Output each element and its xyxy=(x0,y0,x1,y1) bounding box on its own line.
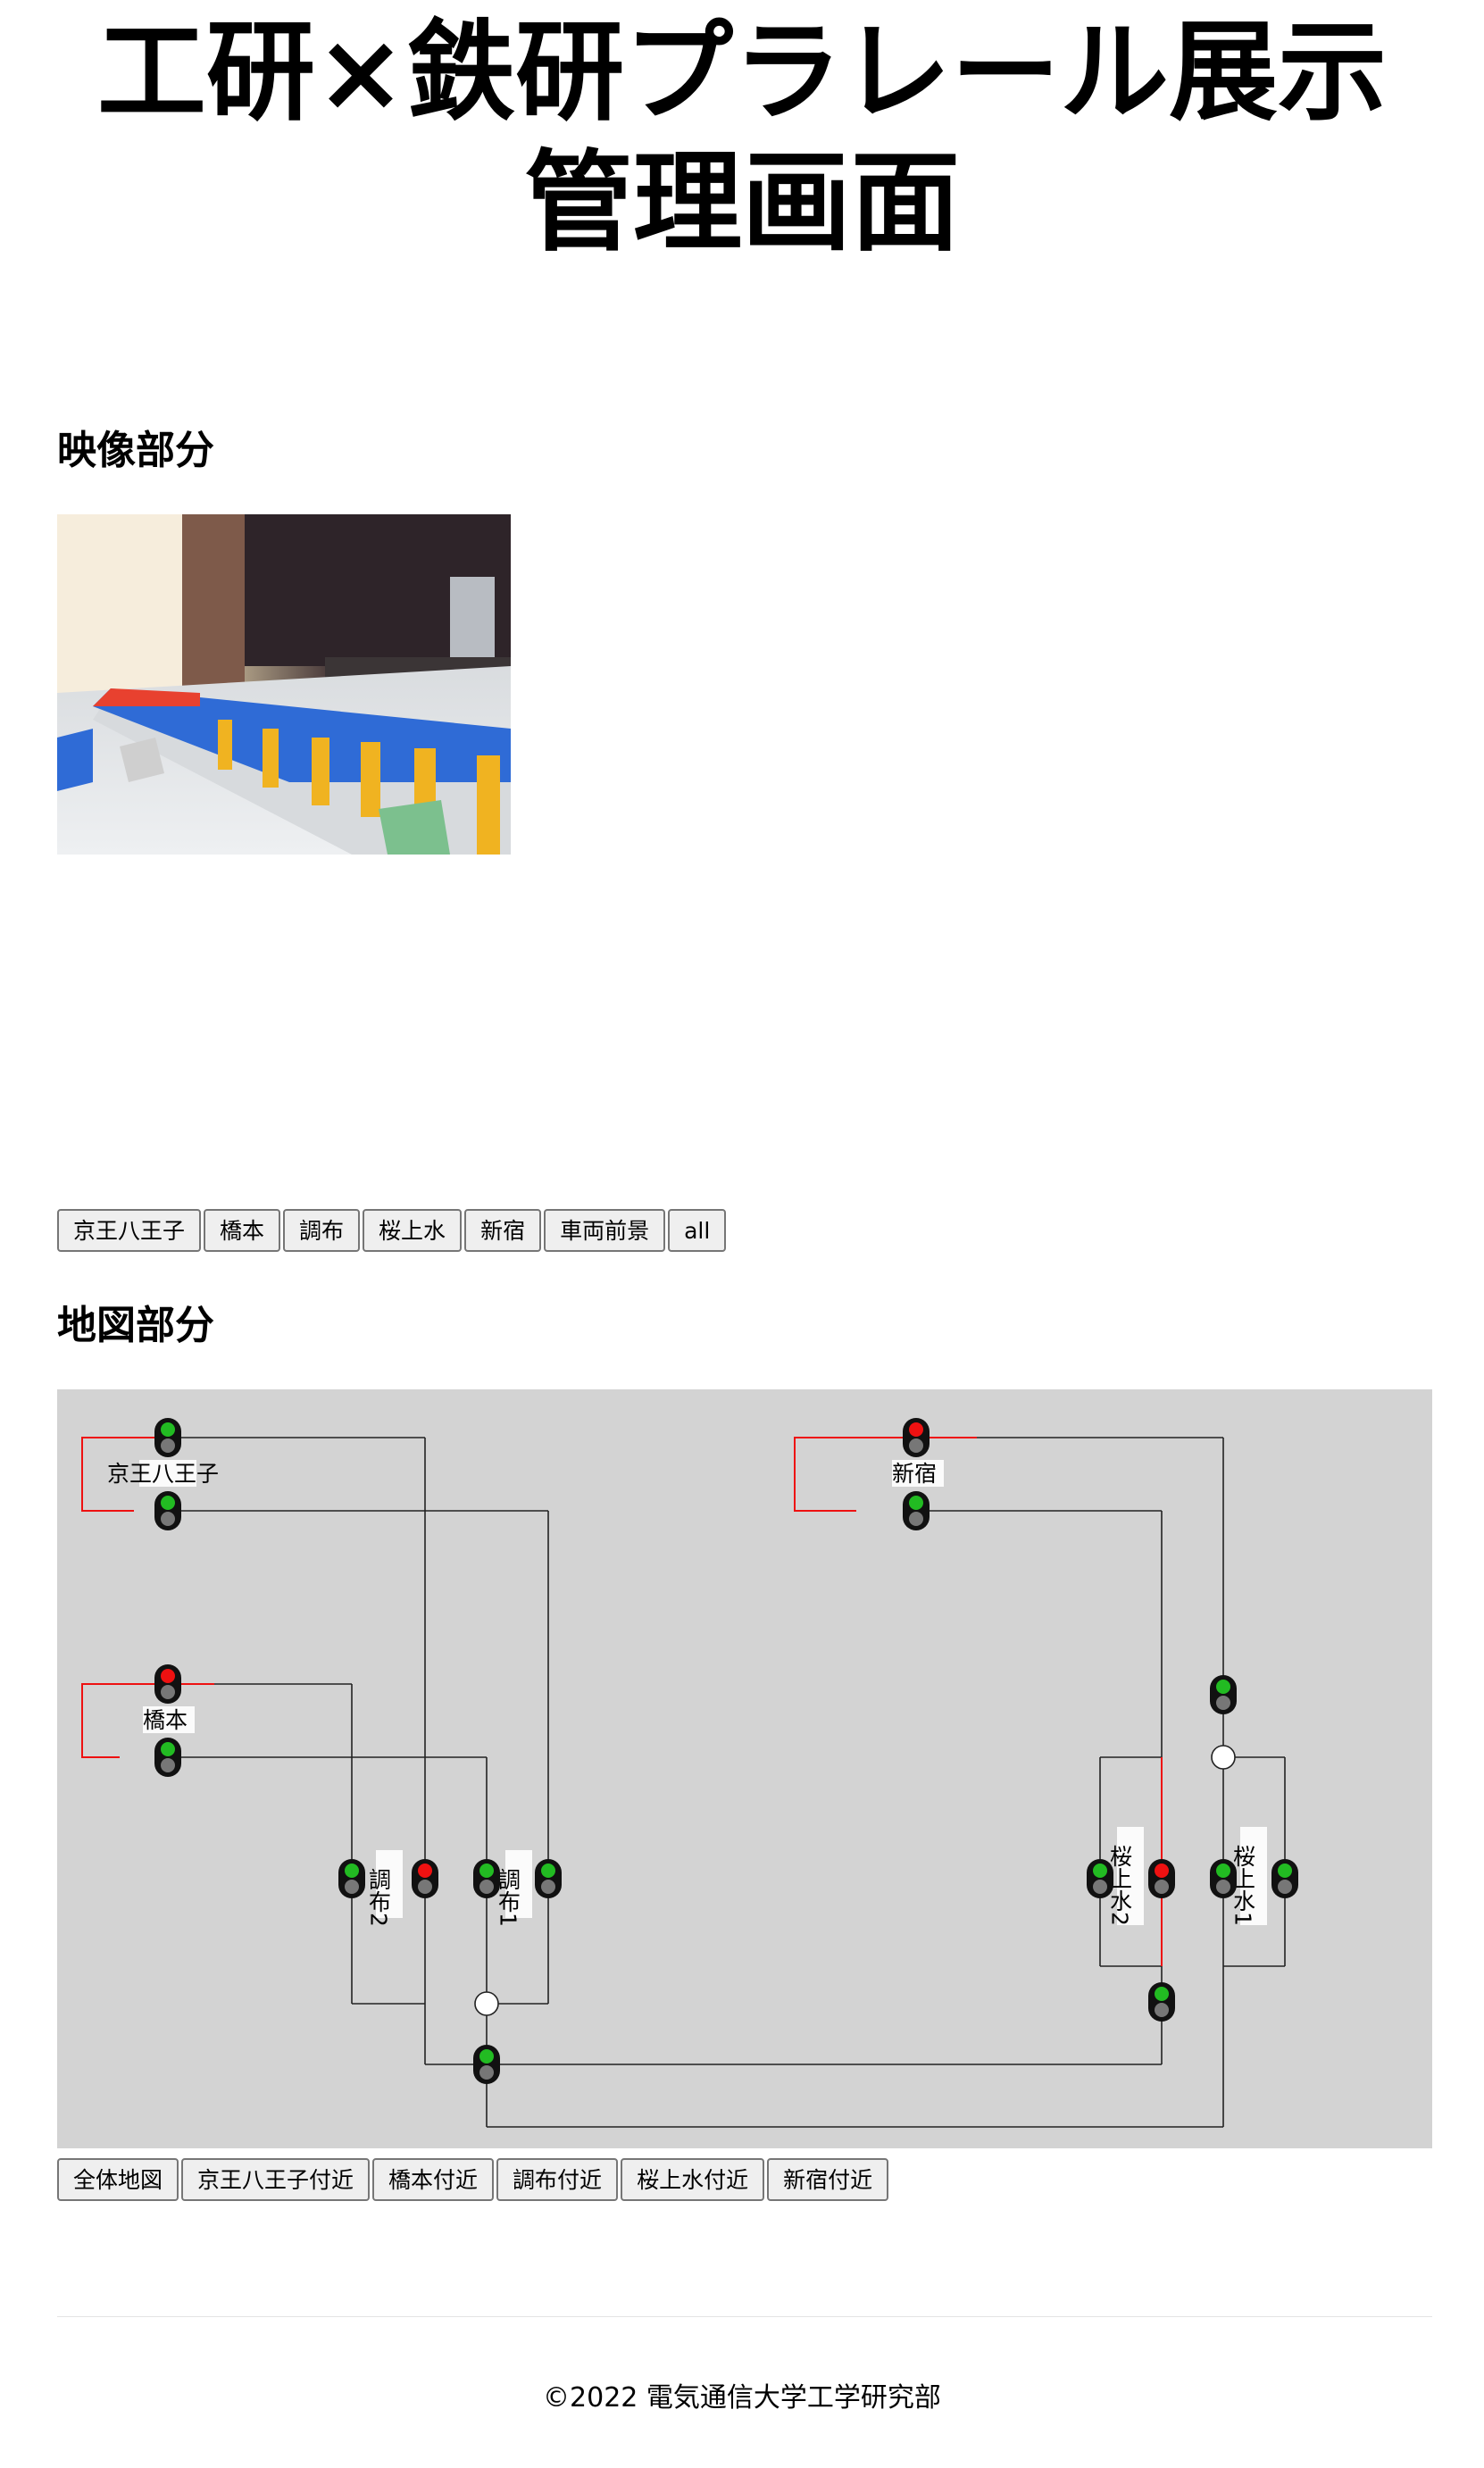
camera-button-keio-hachioji[interactable]: 京王八王子 xyxy=(57,1209,202,1252)
signal-sakurajosui2-left[interactable] xyxy=(1087,1859,1113,1898)
signal-chofu1-right[interactable] xyxy=(535,1859,562,1898)
signal-lamp-bottom xyxy=(161,1685,175,1699)
signal-keio-hachioji-upper[interactable] xyxy=(154,1418,181,1457)
signal-lamp-bottom xyxy=(479,2065,494,2080)
signal-lamp-bottom xyxy=(161,1758,175,1772)
page-title-line2: 管理画面 xyxy=(524,139,960,266)
signal-lamp-top xyxy=(1278,1864,1292,1878)
map-area-button-bar: 全体地図 京王八王子付近 橋本付近 調布付近 桜上水付近 新宿付近 xyxy=(57,2158,889,2201)
footer-copyright: ©2022 電気通信大学工学研究部 xyxy=(543,2382,941,2414)
signal-sakurajosui2-right[interactable] xyxy=(1148,1859,1175,1898)
signal-lamp-top xyxy=(1155,1987,1169,2001)
occupied-track-lines xyxy=(81,1437,1163,1966)
camera-button-train-front[interactable]: 車両前景 xyxy=(544,1209,666,1252)
signal-lamp-bottom xyxy=(479,1880,494,1894)
map-button-shinjuku-area[interactable]: 新宿付近 xyxy=(767,2158,889,2201)
signal-sakurajosui-top[interactable] xyxy=(1210,1675,1237,1714)
map-section-heading: 地図部分 xyxy=(57,1303,214,1348)
signal-lamp-top xyxy=(161,1669,175,1683)
video-section-heading: 映像部分 xyxy=(57,428,214,473)
track-map: 京王八王子 橋本 新宿 調布2 調布1 桜上水2 桜上水1 xyxy=(57,1389,1432,2148)
map-button-keio-hachioji-area[interactable]: 京王八王子付近 xyxy=(181,2158,371,2201)
signal-shinjuku-upper[interactable] xyxy=(903,1418,930,1457)
signal-lamp-bottom xyxy=(1216,1696,1230,1710)
signal-chofu2-left[interactable] xyxy=(338,1859,365,1898)
station-label-chofu2: 調布2 xyxy=(366,1868,392,1927)
signal-lamp-bottom xyxy=(1278,1880,1292,1894)
camera-button-all[interactable]: all xyxy=(668,1209,727,1252)
signal-lamp-top xyxy=(479,2049,494,2064)
signal-lamp-top xyxy=(1216,1864,1230,1878)
signal-lamp-top xyxy=(909,1496,923,1510)
signal-sakurajosui1-left[interactable] xyxy=(1210,1859,1237,1898)
signal-hashimoto-upper[interactable] xyxy=(154,1664,181,1704)
signal-lamp-top xyxy=(909,1422,923,1437)
page-title: 工研×鉄研プラレール展示 管理画面 xyxy=(0,7,1484,268)
signal-lamp-bottom xyxy=(345,1880,359,1894)
signal-lamp-top xyxy=(479,1864,494,1878)
camera-button-sakurajosui[interactable]: 桜上水 xyxy=(363,1209,463,1252)
signal-chofu2-right[interactable] xyxy=(412,1859,438,1898)
signal-lamp-bottom xyxy=(1216,1880,1230,1894)
signal-lamp-bottom xyxy=(909,1512,923,1526)
station-label-keio-hachioji: 京王八王子 xyxy=(107,1461,219,1487)
turnout-sakurajosui[interactable] xyxy=(1211,1745,1236,1770)
signal-lamp-bottom xyxy=(1093,1880,1107,1894)
signal-lamp-top xyxy=(1155,1864,1169,1878)
turnout-chofu[interactable] xyxy=(474,1991,499,2016)
track-map-diagram: 京王八王子 橋本 新宿 調布2 調布1 桜上水2 桜上水1 xyxy=(81,1418,1298,2128)
signal-lamp-top xyxy=(541,1864,555,1878)
signal-lamp-bottom xyxy=(161,1438,175,1453)
camera-button-hashimoto[interactable]: 橋本 xyxy=(204,1209,281,1252)
map-button-hashimoto-area[interactable]: 橋本付近 xyxy=(372,2158,495,2201)
signal-sakurajosui1-right[interactable] xyxy=(1271,1859,1298,1898)
signal-lamp-top xyxy=(1216,1680,1230,1694)
signal-lamp-bottom xyxy=(541,1880,555,1894)
station-labels: 京王八王子 橋本 新宿 調布2 調布1 桜上水2 桜上水1 xyxy=(107,1460,1267,1927)
footer-divider xyxy=(57,2316,1432,2317)
signal-lamp-bottom xyxy=(1155,1880,1169,1894)
signal-lamp-top xyxy=(1093,1864,1107,1878)
signal-lamp-bottom xyxy=(161,1512,175,1526)
signal-hashimoto-lower[interactable] xyxy=(154,1738,181,1777)
signal-lamp-top xyxy=(161,1422,175,1437)
signal-lamp-bottom xyxy=(1155,2003,1169,2017)
camera-button-bar: 京王八王子 橋本 調布 桜上水 新宿 車両前景 all xyxy=(57,1209,727,1252)
camera-button-chofu[interactable]: 調布 xyxy=(283,1209,361,1252)
station-label-shinjuku: 新宿 xyxy=(892,1461,937,1487)
signal-keio-hachioji-lower[interactable] xyxy=(154,1491,181,1530)
camera-button-shinjuku[interactable]: 新宿 xyxy=(464,1209,542,1252)
signal-lamp-top xyxy=(161,1496,175,1510)
signal-lamp-top xyxy=(161,1742,175,1756)
camera-feed xyxy=(57,514,511,855)
camera-feed-image xyxy=(57,514,511,855)
signal-lamp-top xyxy=(345,1864,359,1878)
signal-shinjuku-lower[interactable] xyxy=(903,1491,930,1530)
map-button-overview[interactable]: 全体地図 xyxy=(57,2158,179,2201)
signal-chofu1-left[interactable] xyxy=(473,1859,500,1898)
track-lines xyxy=(168,1437,1286,2128)
page-title-line1: 工研×鉄研プラレール展示 xyxy=(96,9,1388,136)
signal-lamp-bottom xyxy=(909,1438,923,1453)
map-button-chofu-area[interactable]: 調布付近 xyxy=(496,2158,619,2201)
signal-lamp-top xyxy=(418,1864,432,1878)
signal-junction-mid[interactable] xyxy=(473,2045,500,2084)
signal-sakurajosui2-bottom[interactable] xyxy=(1148,1982,1175,2022)
signal-lamp-bottom xyxy=(418,1880,432,1894)
map-button-sakurajosui-area[interactable]: 桜上水付近 xyxy=(621,2158,765,2201)
station-label-hashimoto: 橋本 xyxy=(143,1707,188,1733)
